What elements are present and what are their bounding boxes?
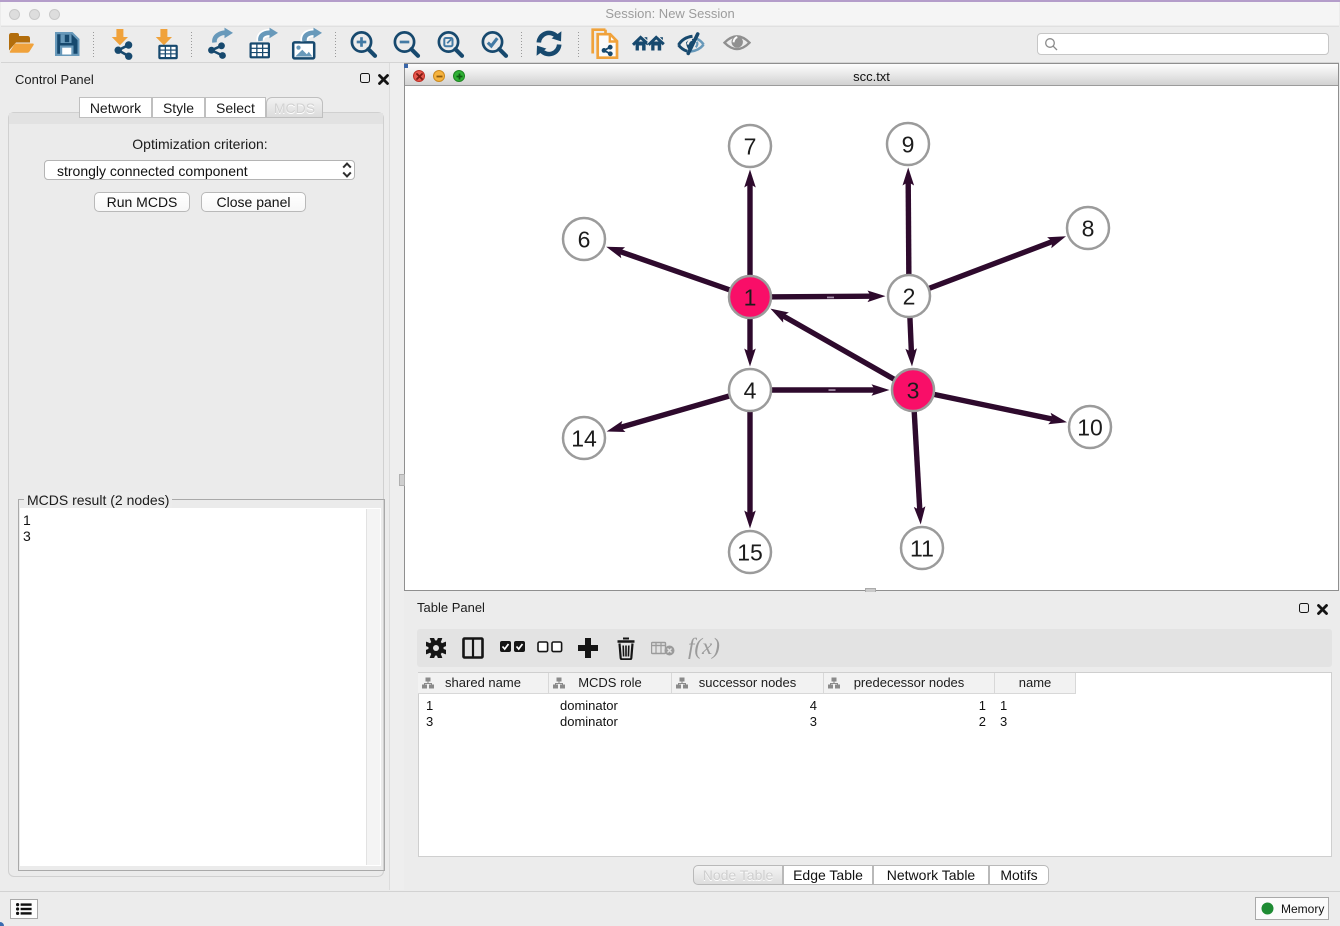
svg-text:4: 4 [744, 377, 757, 403]
svg-text:11: 11 [910, 535, 934, 561]
svg-text:3: 3 [907, 377, 920, 403]
svg-text:7: 7 [744, 133, 757, 159]
svg-text:2: 2 [903, 283, 916, 309]
svg-text:1: 1 [744, 284, 757, 310]
svg-text:6: 6 [578, 226, 591, 252]
svg-text:14: 14 [571, 425, 597, 451]
svg-text:15: 15 [737, 539, 763, 565]
svg-text:8: 8 [1082, 215, 1095, 241]
svg-text:10: 10 [1077, 414, 1103, 440]
svg-text:9: 9 [902, 131, 915, 157]
